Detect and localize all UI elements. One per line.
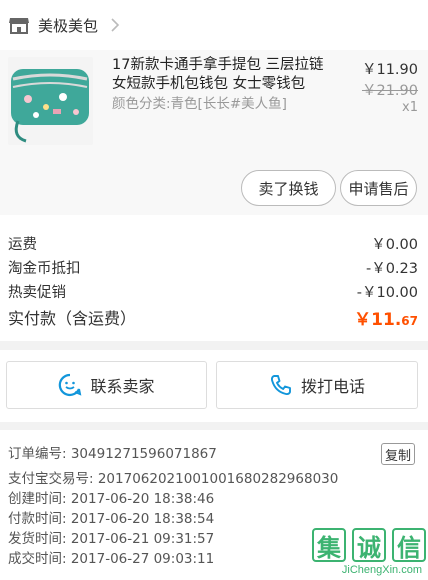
total-decimal: 67 xyxy=(401,313,418,328)
product-thumbnail[interactable] xyxy=(8,57,93,145)
promo-label: 热卖促销 xyxy=(8,284,66,301)
coin-row: 淘金币抵扣 -￥0.23 xyxy=(8,256,418,278)
paid-time: 付款时间: 2017-06-20 18:38:54 xyxy=(8,511,215,527)
after-sale-button[interactable]: 申请售后 xyxy=(340,170,417,206)
total-value: ￥11.67 xyxy=(354,305,418,330)
created-time: 创建时间: 2017-06-20 18:38:46 xyxy=(8,491,215,507)
chat-icon xyxy=(59,373,82,397)
watermark-char: 诚 xyxy=(352,528,386,562)
promo-row: 热卖促销 -￥10.00 xyxy=(8,280,418,302)
watermark-char: 集 xyxy=(312,528,346,562)
phone-icon xyxy=(270,375,291,396)
shop-header[interactable]: 美极美包 xyxy=(0,0,428,50)
shop-icon xyxy=(9,18,29,34)
product-quantity: x1 xyxy=(402,100,418,115)
product-original-price: ￥21.90 xyxy=(361,83,418,99)
promo-value: -￥10.00 xyxy=(356,284,418,301)
copy-button[interactable]: 复制 xyxy=(381,443,415,465)
product-price: ￥11.90 xyxy=(361,62,418,78)
call-phone-button[interactable]: 拨打电话 xyxy=(216,361,418,409)
shipped-time: 发货时间: 2017-06-21 09:31:57 xyxy=(8,531,215,547)
completed-time: 成交时间: 2017-06-27 09:03:11 xyxy=(8,551,215,567)
watermark: 集 诚 信 JiChengXin.com xyxy=(312,528,428,580)
chevron-right-icon xyxy=(111,18,120,32)
order-number: 订单编号: 30491271596071867 xyxy=(8,446,217,462)
product-variant: 颜色分类:青色[长长#美人鱼] xyxy=(112,96,287,112)
alipay-number: 支付宝交易号: 2017062021001001680282968030 xyxy=(8,471,339,487)
product-card[interactable]: 17新款卡通手拿手提包 三层拉链女短款手机包钱包 女士零钱包 颜色分类:青色[长… xyxy=(0,50,428,215)
total-integer: 11. xyxy=(371,309,402,330)
coin-label: 淘金币抵扣 xyxy=(8,260,81,277)
watermark-char: 信 xyxy=(392,528,426,562)
coin-value: -￥0.23 xyxy=(365,260,418,277)
contact-seller-button[interactable]: 联系卖家 xyxy=(6,361,207,409)
total-row: 实付款（含运费） ￥11.67 xyxy=(8,305,418,330)
shop-name: 美极美包 xyxy=(38,16,99,35)
contact-actions: 联系卖家 拨打电话 xyxy=(0,350,428,422)
shipping-value: ￥0.00 xyxy=(371,236,418,253)
total-label: 实付款（含运费） xyxy=(8,309,137,328)
fee-summary: 运费 ￥0.00 淘金币抵扣 -￥0.23 热卖促销 -￥10.00 实付款（含… xyxy=(0,215,428,341)
total-currency: ￥ xyxy=(354,309,372,330)
product-title[interactable]: 17新款卡通手拿手提包 三层拉链女短款手机包钱包 女士零钱包 xyxy=(112,56,334,94)
watermark-domain: JiChengXin.com xyxy=(341,564,422,576)
shipping-row: 运费 ￥0.00 xyxy=(8,232,418,254)
resell-button[interactable]: 卖了换钱 xyxy=(241,170,336,206)
contact-seller-label: 联系卖家 xyxy=(90,377,155,396)
shipping-label: 运费 xyxy=(8,236,37,253)
call-phone-label: 拨打电话 xyxy=(300,377,365,396)
